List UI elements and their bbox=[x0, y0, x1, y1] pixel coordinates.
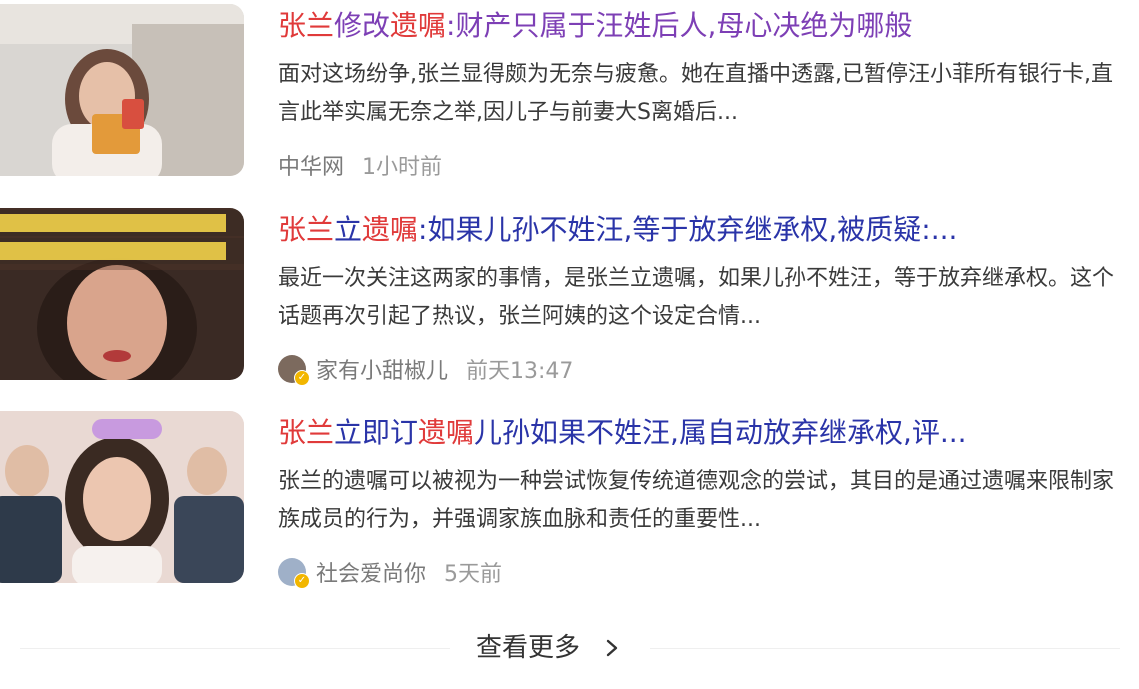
title-highlight: 张兰 bbox=[278, 213, 335, 246]
result-source[interactable]: 社会爱尚你 bbox=[316, 556, 426, 588]
view-more-section: 查看更多 bbox=[0, 628, 1139, 668]
result-time: 前天13:47 bbox=[466, 359, 574, 384]
title-text: 立 bbox=[334, 213, 363, 246]
result-source[interactable]: 家有小甜椒儿 bbox=[316, 353, 448, 385]
search-result-item[interactable]: 张兰立即订遗嘱儿孙如果不姓汪,属自动放弃继承权,评... 张兰的遗嘱可以被视为一… bbox=[0, 411, 1139, 589]
result-title-link[interactable]: 张兰立即订遗嘱儿孙如果不姓汪,属自动放弃继承权,评... bbox=[278, 413, 1128, 453]
result-meta: 中华网 1小时前 bbox=[278, 147, 442, 183]
title-text: 儿孙如果不姓汪,属自动放弃继承权,评... bbox=[474, 416, 967, 449]
chevron-right-icon[interactable] bbox=[602, 637, 622, 659]
title-highlight: 张兰 bbox=[278, 9, 335, 42]
title-highlight: 遗嘱 bbox=[418, 416, 475, 449]
result-meta: ✓ 社会爱尚你 5天前 bbox=[278, 554, 502, 590]
search-result-item[interactable]: 张兰立遗嘱:如果儿孙不姓汪,等于放弃继承权,被质疑:... 最近一次关注这两家的… bbox=[0, 208, 1139, 386]
title-text: 立即订 bbox=[334, 416, 419, 449]
result-summary: 张兰的遗嘱可以被视为一种尝试恢复传统道德观念的尝试，其目的是通过遗嘱来限制家族成… bbox=[278, 469, 1115, 532]
search-result-item[interactable]: 张兰修改遗嘱:财产只属于汪姓后人,母心决绝为哪般 面对这场纷争,张兰显得颇为无奈… bbox=[0, 4, 1139, 180]
result-title-link[interactable]: 张兰修改遗嘱:财产只属于汪姓后人,母心决绝为哪般 bbox=[278, 6, 1128, 46]
result-source[interactable]: 中华网 bbox=[278, 149, 344, 181]
result-thumbnail[interactable] bbox=[0, 4, 244, 176]
verified-badge-icon: ✓ bbox=[294, 573, 310, 589]
result-meta: ✓ 家有小甜椒儿 前天13:47 bbox=[278, 351, 573, 387]
title-text: :如果儿孙不姓汪,等于放弃继承权,被质疑:... bbox=[418, 213, 958, 246]
result-summary: 面对这场纷争,张兰显得颇为无奈与疲惫。她在直播中透露,已暂停汪小菲所有银行卡,直… bbox=[278, 62, 1113, 125]
title-highlight: 遗嘱 bbox=[390, 9, 447, 42]
title-text: 修改 bbox=[334, 9, 391, 42]
result-time: 5天前 bbox=[444, 562, 503, 587]
result-summary: 最近一次关注这两家的事情，是张兰立遗嘱，如果儿孙不姓汪，等于放弃继承权。这个话题… bbox=[278, 266, 1115, 329]
divider bbox=[20, 648, 450, 649]
result-time: 1小时前 bbox=[362, 155, 443, 180]
divider bbox=[650, 648, 1120, 649]
title-highlight: 张兰 bbox=[278, 416, 335, 449]
result-thumbnail[interactable] bbox=[0, 411, 244, 583]
result-thumbnail[interactable] bbox=[0, 208, 244, 380]
view-more-button[interactable]: 查看更多 bbox=[476, 628, 580, 668]
title-text: :财产只属于汪姓后人,母心决绝为哪般 bbox=[446, 9, 913, 42]
result-title-link[interactable]: 张兰立遗嘱:如果儿孙不姓汪,等于放弃继承权,被质疑:... bbox=[278, 210, 1128, 250]
title-highlight: 遗嘱 bbox=[362, 213, 419, 246]
author-avatar[interactable]: ✓ bbox=[278, 558, 310, 589]
author-avatar[interactable]: ✓ bbox=[278, 355, 310, 386]
verified-badge-icon: ✓ bbox=[294, 370, 310, 386]
